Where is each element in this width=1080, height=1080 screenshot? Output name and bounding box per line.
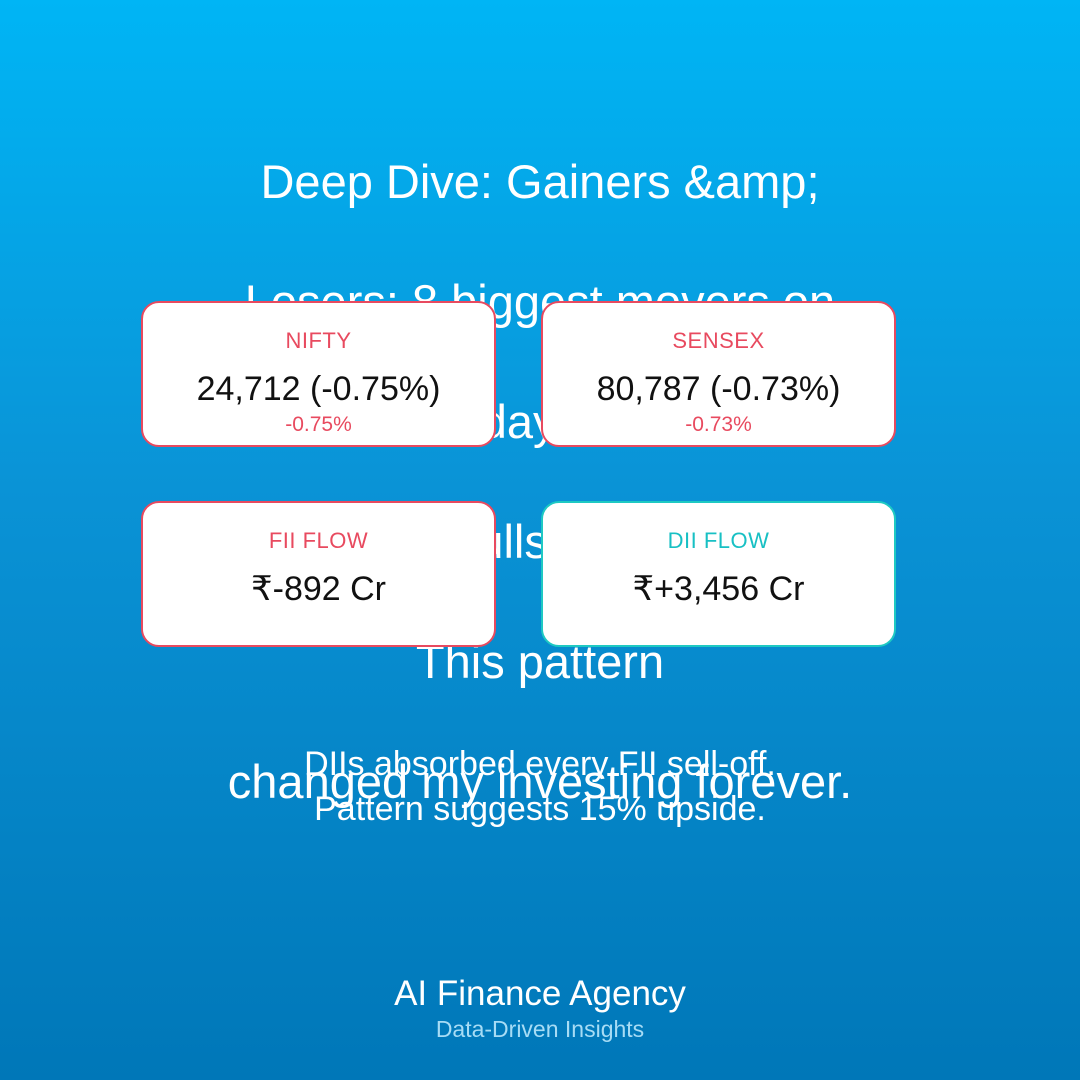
dii-flow-label: DII FLOW: [667, 528, 770, 553]
sensex-card: SENSEX 80,787 (-0.73%) -0.73%: [541, 301, 896, 447]
sensex-value: 80,787 (-0.73%): [596, 370, 841, 408]
dii-flow-card: DII FLOW ₹+3,456 Cr: [541, 501, 896, 647]
fii-flow-value: ₹-892 Cr: [250, 570, 386, 608]
brand-name: AI Finance Agency: [394, 974, 686, 1013]
brand-tagline: Data-Driven Insights: [435, 1016, 645, 1042]
headline: Deep Dive: Gainers &amp; Losers: 8 bigge…: [200, 92, 880, 872]
nifty-change: -0.75%: [285, 413, 352, 436]
headline-line-1: Deep Dive: Gainers &amp;: [260, 155, 820, 208]
dii-flow-value: ₹+3,456 Cr: [632, 570, 805, 608]
headline-line-6: changed my investing forever.: [227, 755, 853, 808]
sensex-change: -0.73%: [685, 413, 752, 436]
nifty-value: 24,712 (-0.75%): [196, 370, 441, 408]
sensex-label: SENSEX: [672, 328, 765, 353]
nifty-label: NIFTY: [285, 328, 352, 353]
nifty-card: NIFTY 24,712 (-0.75%) -0.75%: [141, 301, 496, 447]
fii-flow-label: FII FLOW: [268, 528, 369, 553]
fii-flow-card: FII FLOW ₹-892 Cr: [141, 501, 496, 647]
